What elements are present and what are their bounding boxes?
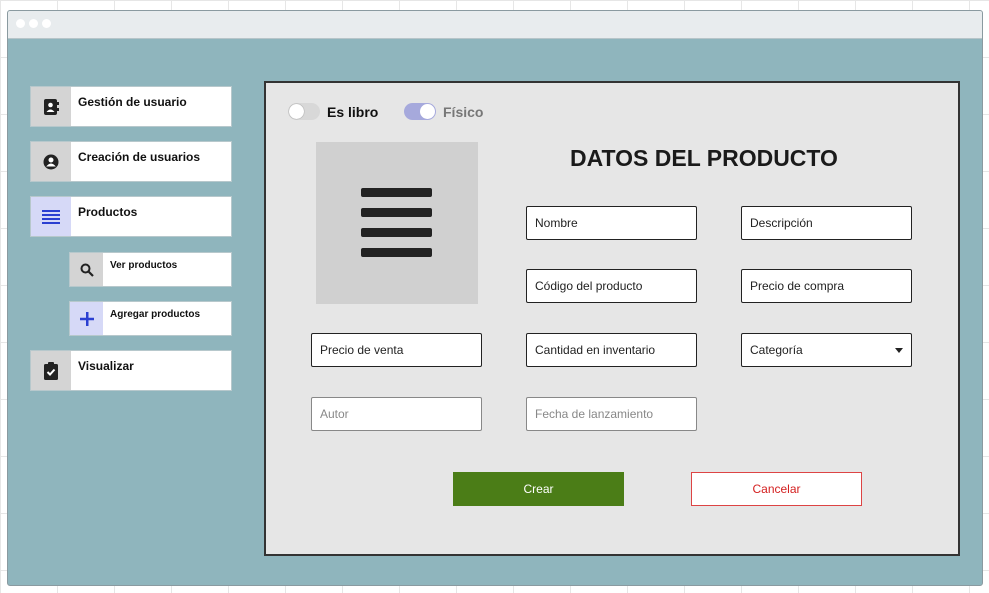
descripcion-field[interactable]: Descripción — [741, 206, 912, 240]
sidebar-subitem-agregar-productos[interactable]: Agregar productos — [69, 301, 232, 336]
search-icon — [70, 253, 103, 286]
image-placeholder-icon — [361, 188, 432, 197]
cancel-button[interactable]: Cancelar — [691, 472, 862, 506]
fisico-switch[interactable] — [404, 103, 436, 120]
toggle-label: Físico — [443, 103, 484, 120]
sidebar-item-creacion-usuarios[interactable]: Creación de usuarios — [30, 141, 232, 182]
sidebar-item-gestion-usuario[interactable]: Gestión de usuario — [30, 86, 232, 127]
sidebar-item-label: Visualizar — [78, 359, 134, 373]
sidebar-item-visualizar[interactable]: Visualizar — [30, 350, 232, 391]
precio-venta-field[interactable]: Precio de venta — [311, 333, 482, 367]
fecha-lanzamiento-field[interactable]: Fecha de lanzamiento — [526, 397, 697, 431]
window-dot-icon — [29, 19, 38, 28]
sidebar-item-productos[interactable]: Productos — [30, 196, 232, 237]
toggle-es-libro[interactable]: Es libro — [288, 103, 378, 120]
sidebar-item-label: Gestión de usuario — [78, 95, 187, 109]
list-icon — [31, 197, 71, 236]
sidebar-subitem-label: Ver productos — [110, 260, 178, 271]
page-title: DATOS DEL PRODUCTO — [570, 145, 838, 171]
product-form-panel: Es libro Físico DATOS DEL PRODUCTO Nombr… — [264, 81, 960, 556]
user-circle-icon — [31, 142, 71, 181]
clipboard-check-icon — [31, 351, 71, 390]
title-bar — [8, 11, 982, 39]
sidebar-subitem-ver-productos[interactable]: Ver productos — [69, 252, 232, 287]
sidebar-item-label: Creación de usuarios — [78, 150, 201, 164]
chevron-down-icon — [895, 347, 903, 353]
codigo-producto-field[interactable]: Código del producto — [526, 269, 697, 303]
create-button[interactable]: Crear — [453, 472, 624, 506]
app-window: Gestión de usuario Creación de usuarios … — [7, 10, 983, 586]
plus-icon — [70, 302, 103, 335]
contact-book-icon — [31, 87, 71, 126]
toggle-label: Es libro — [327, 103, 379, 120]
cantidad-inventario-field[interactable]: Cantidad en inventario — [526, 333, 697, 367]
window-dot-icon — [42, 19, 51, 28]
sidebar-item-label: Productos — [78, 205, 138, 219]
sidebar-subitem-label: Agregar productos — [110, 309, 201, 320]
categoria-select-value: Categoría — [750, 343, 803, 357]
product-image-placeholder[interactable] — [316, 142, 478, 304]
precio-compra-field[interactable]: Precio de compra — [741, 269, 912, 303]
es-libro-switch[interactable] — [288, 103, 320, 120]
window-dot-icon — [16, 19, 25, 28]
categoria-select[interactable]: Categoría — [741, 333, 912, 367]
autor-field[interactable]: Autor — [311, 397, 482, 431]
nombre-field[interactable]: Nombre — [526, 206, 697, 240]
toggle-fisico[interactable]: Físico — [404, 103, 483, 120]
